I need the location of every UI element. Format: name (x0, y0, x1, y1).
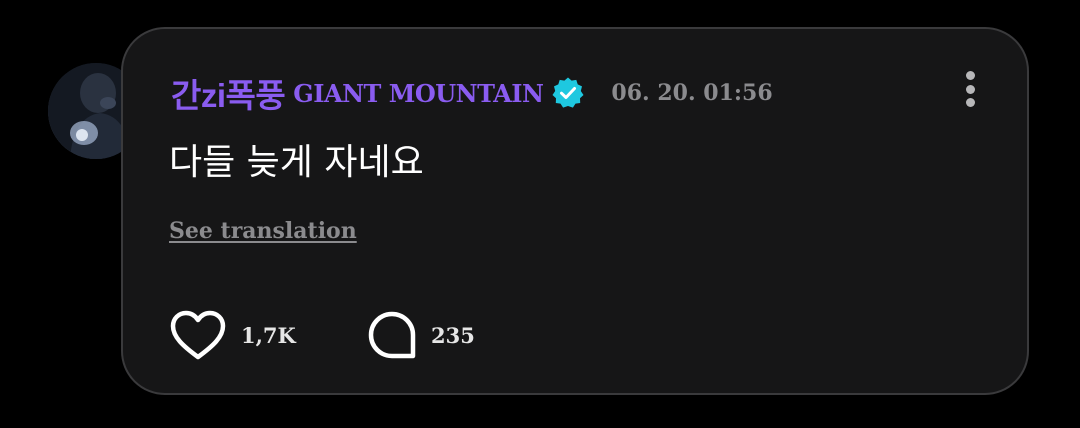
screen: 간zi폭풍 GIANT MOUNTAIN 06. 20. 01:56 다들 늦게… (0, 0, 1080, 428)
comment-count: 235 (431, 322, 475, 348)
author-display-name[interactable]: 간zi폭풍 (171, 69, 286, 117)
post-card: 간zi폭풍 GIANT MOUNTAIN 06. 20. 01:56 다들 늦게… (121, 27, 1029, 395)
heart-icon (169, 309, 227, 361)
post-timestamp: 06. 20. 01:56 (611, 80, 773, 106)
like-count: 1,7K (241, 322, 296, 348)
more-vertical-icon (965, 71, 975, 80)
more-vertical-icon-dot (965, 98, 975, 107)
more-options-button[interactable] (955, 67, 985, 111)
post-header: 간zi폭풍 GIANT MOUNTAIN 06. 20. 01:56 (171, 71, 773, 115)
post-message: 다들 늦게 자네요 (169, 142, 424, 183)
see-translation-link[interactable]: See translation (169, 218, 357, 244)
author-group-name[interactable]: GIANT MOUNTAIN (293, 79, 544, 108)
more-vertical-icon-dot (965, 84, 975, 94)
post-actions: 1,7K 235 (169, 307, 475, 363)
comment-button[interactable]: 235 (367, 310, 475, 360)
comment-bubble-icon (367, 310, 417, 360)
like-button[interactable]: 1,7K (169, 309, 367, 361)
verified-badge-icon (551, 76, 585, 110)
